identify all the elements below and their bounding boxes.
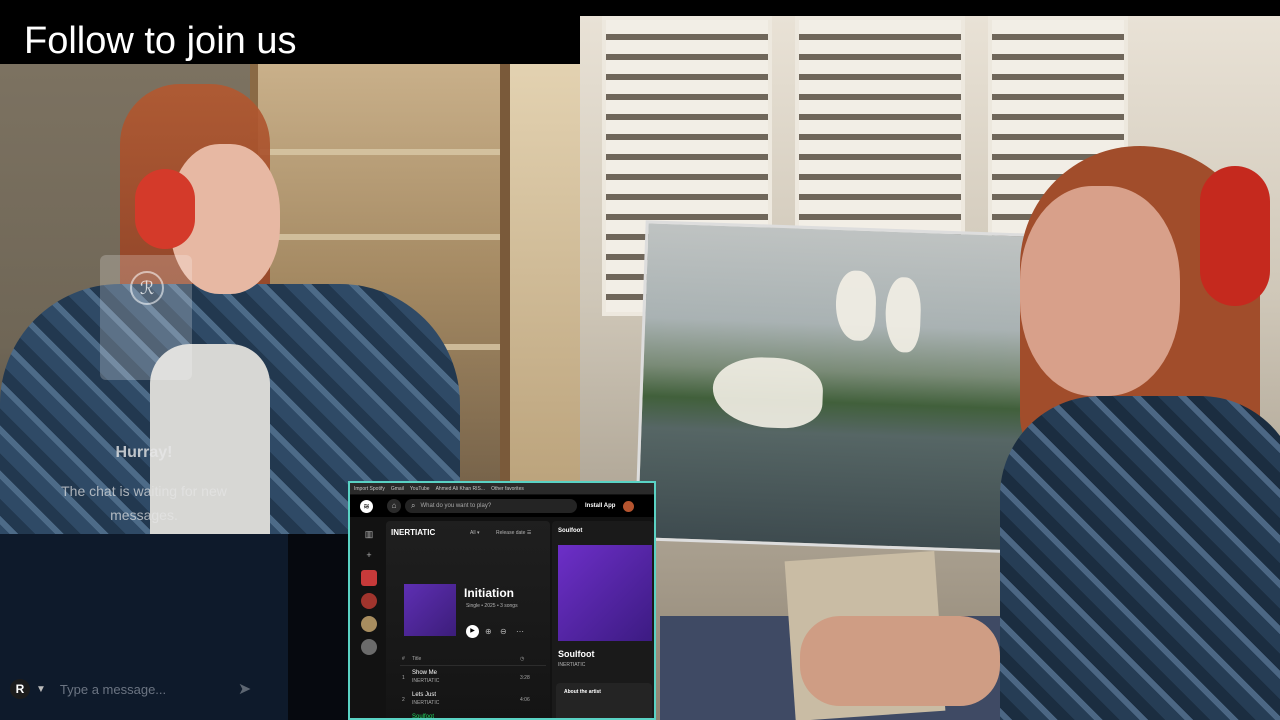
track-title-header: Title xyxy=(412,656,422,662)
user-avatar[interactable] xyxy=(623,500,635,512)
artist-thumbnail[interactable] xyxy=(361,616,377,632)
chat-message-input[interactable] xyxy=(59,681,230,697)
spotify-window: Import Spotify Gmail YouTube Ahmed Ali K… xyxy=(348,481,656,720)
spotify-top-bar: ≋ ⌂ ⌕ What do you want to play? Install … xyxy=(350,495,654,517)
chat-logo-icon: ℛ xyxy=(130,271,164,305)
download-icon[interactable]: ⊖ xyxy=(500,625,507,638)
chat-empty-subtitle: The chat is waiting for new messages. xyxy=(61,483,227,523)
hand xyxy=(800,616,1000,706)
webcam-left xyxy=(0,64,580,534)
album-title[interactable]: Initiation xyxy=(464,586,514,600)
album-meta: Single • 2025 • 3 songs xyxy=(466,603,518,609)
tracklist-header: # Title ◷ xyxy=(400,656,546,666)
webcam-right xyxy=(580,16,1280,720)
artist-thumbnail[interactable] xyxy=(361,593,377,609)
track-number-header: # xyxy=(402,656,405,662)
headphones xyxy=(1200,166,1270,306)
browser-tab-bar: Import Spotify Gmail YouTube Ahmed Ali K… xyxy=(350,483,654,494)
track-row[interactable]: 2 Lets Just INERTIATIC 4:06 xyxy=(400,691,546,711)
browser-tab[interactable]: Gmail xyxy=(391,486,404,492)
browser-tab[interactable]: YouTube xyxy=(410,486,430,492)
now-playing-panel: Soulfoot Soulfoot INERTIATIC About the a… xyxy=(552,521,654,718)
playlist-thumbnail[interactable] xyxy=(361,570,377,586)
chat-account-avatar[interactable]: R xyxy=(10,679,30,699)
add-icon[interactable]: ⊕ xyxy=(485,625,492,638)
track-duration: 3:28 xyxy=(520,675,530,681)
artist-title[interactable]: INERTIATIC xyxy=(391,528,435,537)
track-row[interactable]: 1 Show Me INERTIATIC 3:28 xyxy=(400,669,546,689)
follow-banner: Follow to join us xyxy=(0,16,385,64)
person-right xyxy=(980,76,1280,720)
library-icon[interactable]: ▥ xyxy=(361,526,377,542)
browser-tab[interactable]: Other favorites xyxy=(491,486,524,492)
sort-dropdown[interactable]: Release date ☰ xyxy=(496,530,531,536)
play-button[interactable]: ▶ xyxy=(466,625,479,638)
chat-panel-edge xyxy=(288,534,350,720)
spotify-logo-icon[interactable]: ≋ xyxy=(360,499,373,513)
track-name: Soulfoot xyxy=(412,714,435,720)
track-name: Show Me xyxy=(412,670,438,676)
cabinet-shelf xyxy=(260,149,500,155)
install-app-button[interactable]: Install App xyxy=(585,503,615,509)
painted-bird xyxy=(884,276,922,353)
person-shirt xyxy=(1000,396,1280,720)
sort-label: Release date xyxy=(496,530,526,536)
now-playing-cover xyxy=(558,545,652,641)
filter-dropdown[interactable]: All ▾ xyxy=(470,530,479,536)
add-icon[interactable]: + xyxy=(361,547,377,563)
browser-tab[interactable]: Import Spotify xyxy=(354,486,385,492)
track-number: 1 xyxy=(402,675,405,681)
clock-icon: ◷ xyxy=(520,656,525,662)
more-options-icon[interactable]: ⋯ xyxy=(516,625,524,638)
track-artist: INERTIATIC xyxy=(412,678,440,684)
library-sidebar: ▥ + xyxy=(354,521,384,718)
home-icon[interactable]: ⌂ xyxy=(387,499,401,513)
filter-label: All xyxy=(470,530,476,536)
track-artist: INERTIATIC xyxy=(412,700,440,706)
artist-thumbnail[interactable] xyxy=(361,639,377,655)
chat-input-bar: R ▼ ➤ xyxy=(0,670,288,708)
doorframe xyxy=(510,64,580,534)
painted-bird xyxy=(711,355,824,430)
painted-bird xyxy=(834,269,878,342)
chat-placeholder-graphic: ℛ xyxy=(100,255,192,380)
send-icon[interactable]: ➤ xyxy=(238,679,251,699)
now-playing-artist[interactable]: INERTIATIC xyxy=(558,662,585,668)
album-cover[interactable] xyxy=(404,584,456,636)
chevron-down-icon[interactable]: ▼ xyxy=(36,684,46,695)
about-artist-card[interactable]: About the artist xyxy=(556,683,652,718)
now-playing-song[interactable]: Soulfoot xyxy=(558,649,595,659)
browser-tab[interactable]: Ahmed Ali Khan RIS... xyxy=(436,486,485,492)
search-icon: ⌕ xyxy=(411,501,416,510)
chat-empty-title: Hurray! xyxy=(115,444,173,461)
cabinet-shelf xyxy=(260,234,500,240)
headphones xyxy=(135,169,195,249)
stream-canvas: Follow to join us ℛ Hurray! The chat is … xyxy=(0,0,1280,720)
artist-discography: INERTIATIC All ▾ Release date ☰ Initiati… xyxy=(386,521,550,720)
now-playing-header: Soulfoot xyxy=(558,528,583,534)
track-duration: 4:06 xyxy=(520,697,530,703)
search-bar[interactable]: ⌕ What do you want to play? xyxy=(405,499,577,513)
about-artist-label: About the artist xyxy=(564,689,601,695)
track-name: Lets Just xyxy=(412,692,437,698)
track-number: 2 xyxy=(402,697,405,703)
track-row[interactable]: 3 Soulfoot xyxy=(400,713,546,720)
person-face xyxy=(1020,186,1180,396)
search-placeholder: What do you want to play? xyxy=(420,503,492,509)
